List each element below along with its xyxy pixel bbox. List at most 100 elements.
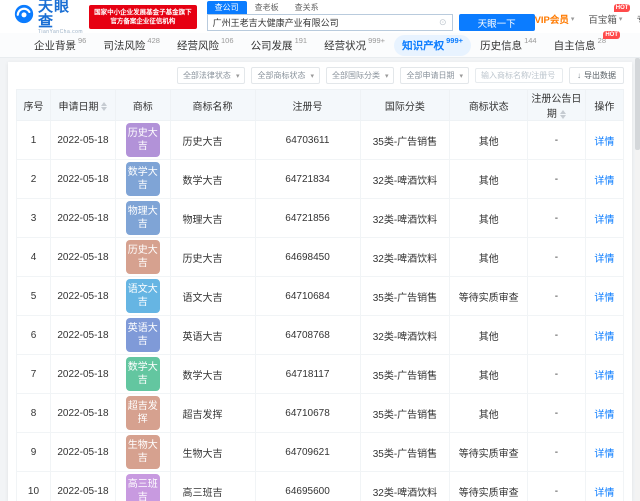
detail-link[interactable]: 详情 xyxy=(594,215,614,226)
trademark-image[interactable]: 语文大吉 xyxy=(125,279,160,313)
search-type-tab[interactable]: 查公司 xyxy=(206,1,247,14)
gov-certification-badge: 国家中小企业发展基金子基金旗下 官方备案企业征信机构 xyxy=(89,4,197,29)
cell-trademark-name: 物理大吉 xyxy=(169,198,256,238)
cell-trademark-name: 生物大吉 xyxy=(169,432,256,472)
filter-label: 全部申请日期 xyxy=(406,71,455,80)
nav-tab[interactable]: 经营状况 999+ xyxy=(316,35,393,56)
trademark-search-input[interactable] xyxy=(475,68,563,83)
detail-link[interactable]: 详情 xyxy=(594,254,614,265)
table-row: 7 2022-05-18 数学大吉 数学大吉 64718117 35类-广告销售… xyxy=(16,354,625,394)
search-type-tabs: 查公司 查老板 查关系 xyxy=(206,1,535,14)
filter-dropdown[interactable]: 全部国际分类 ▾ xyxy=(325,67,395,84)
table-row: 2 2022-05-18 数学大吉 数学大吉 64721834 32类-啤酒饮料… xyxy=(16,159,625,199)
sort-icon[interactable] xyxy=(101,102,108,112)
search-button[interactable]: 天眼一下 xyxy=(458,14,535,31)
cell-intl-class: 32类-啤酒饮料 xyxy=(359,471,451,501)
cell-reg-number: 64695600 xyxy=(254,471,361,501)
chevron-down-icon: ▾ xyxy=(310,72,314,80)
cell-trademark-image: 数学大吉 xyxy=(114,159,171,199)
column-header: 注册号 xyxy=(254,89,361,121)
scrollbar-thumb[interactable] xyxy=(635,58,640,150)
trademark-image[interactable]: 历史大吉 xyxy=(125,123,160,157)
cell-reg-number: 64710678 xyxy=(254,393,361,433)
cell-pub-date: - xyxy=(527,354,586,394)
nav-tab[interactable]: 自主信息 28 HOT xyxy=(546,30,620,56)
cell-trademark-image: 英语大吉 xyxy=(114,315,171,355)
cell-intl-class: 35类-广告销售 xyxy=(359,120,451,160)
scrollbar[interactable] xyxy=(635,58,640,501)
cell-status: 其他 xyxy=(449,393,529,433)
cell-apply-date: 2022-05-18 xyxy=(49,120,116,160)
download-icon: ↓ xyxy=(577,71,581,80)
trademark-image[interactable]: 超吉发挥 xyxy=(125,396,160,430)
nav-tab[interactable]: 历史信息 144 xyxy=(472,35,545,56)
detail-link[interactable]: 详情 xyxy=(594,176,614,187)
nav-tab[interactable]: 公司发展 191 xyxy=(243,35,316,56)
section-nav: 企业背景 96 司法风险 428 经营风险 106 公司发展 191 经营状况 … xyxy=(0,30,640,58)
cell-apply-date: 2022-05-18 xyxy=(49,276,116,316)
detail-link[interactable]: 详情 xyxy=(594,449,614,460)
detail-link[interactable]: 详情 xyxy=(594,332,614,343)
trademark-image[interactable]: 生物大吉 xyxy=(125,435,160,469)
cell-trademark-image: 历史大吉 xyxy=(114,237,171,277)
detail-link[interactable]: 详情 xyxy=(594,410,614,421)
top-menu-item[interactable]: 百宝箱 ▾ HOT xyxy=(588,3,631,26)
table-body: 1 2022-05-18 历史大吉 历史大吉 64703611 35类-广告销售… xyxy=(16,120,625,501)
table-row: 1 2022-05-18 历史大吉 历史大吉 64703611 35类-广告销售… xyxy=(16,120,625,160)
cell-reg-number: 64703611 xyxy=(254,120,361,160)
trademark-image[interactable]: 历史大吉 xyxy=(125,240,160,274)
cell-reg-number: 64709621 xyxy=(254,432,361,472)
cell-trademark-image: 生物大吉 xyxy=(114,432,171,472)
trademark-image[interactable]: 英语大吉 xyxy=(125,318,160,352)
column-label: 商标名称 xyxy=(192,101,233,113)
export-data-button[interactable]: ↓ 导出数据 xyxy=(569,67,624,84)
filter-dropdown[interactable]: 全部商标状态 ▾ xyxy=(251,67,320,84)
nav-tab[interactable]: 经营风险 106 xyxy=(169,35,242,56)
cell-pub-date: - xyxy=(527,237,586,277)
cell-apply-date: 2022-05-18 xyxy=(49,393,116,433)
cell-reg-number: 64721856 xyxy=(254,198,361,238)
cell-trademark-name: 高三班吉 xyxy=(169,471,256,501)
cell-intl-class: 35类-广告销售 xyxy=(359,432,451,472)
column-label: 序号 xyxy=(23,101,44,113)
top-menu-item[interactable]: 专业版 xyxy=(636,12,640,26)
detail-link[interactable]: 详情 xyxy=(594,488,614,499)
top-header: 天眼查 TianYanCha.com 国家中小企业发展基金子基金旗下 官方备案企… xyxy=(0,0,640,35)
detail-link[interactable]: 详情 xyxy=(594,137,614,148)
tianyancha-logo[interactable]: 天眼查 TianYanCha.com xyxy=(14,0,83,35)
filter-dropdown[interactable]: 全部法律状态 ▾ xyxy=(176,67,246,84)
cell-trademark-image: 数学大吉 xyxy=(114,354,171,394)
search-input-box: ⊙ xyxy=(206,14,453,31)
chevron-down-icon: ▾ xyxy=(618,15,623,23)
table-row: 4 2022-05-18 历史大吉 历史大吉 64698450 32类-啤酒饮料… xyxy=(16,237,625,277)
nav-tab[interactable]: 企业背景 96 xyxy=(26,35,94,56)
trademark-image[interactable]: 数学大吉 xyxy=(125,162,160,196)
column-header: 商标名称 xyxy=(169,89,256,121)
search-input[interactable] xyxy=(212,17,433,28)
column-header[interactable]: 申请日期 xyxy=(49,89,116,121)
cell-intl-class: 35类-广告销售 xyxy=(359,276,451,316)
search-type-tab[interactable]: 查老板 xyxy=(247,1,287,14)
sort-icon[interactable] xyxy=(559,109,566,119)
filter-dropdown[interactable]: 全部申请日期 ▾ xyxy=(400,67,469,84)
trademark-panel: 全部法律状态 ▾ 全部商标状态 ▾ 全部国际分类 ▾ 全部申请日期 ▾ ↓ 导出… xyxy=(8,62,632,501)
top-menu-item[interactable]: VIP会员 ▾ xyxy=(535,12,575,26)
detail-link[interactable]: 详情 xyxy=(594,371,614,382)
cell-intl-class: 32类-啤酒饮料 xyxy=(359,315,451,355)
trademark-image[interactable]: 物理大吉 xyxy=(125,201,160,235)
column-header[interactable]: 注册公告日期 xyxy=(527,89,586,121)
table-row: 6 2022-05-18 英语大吉 英语大吉 64708768 32类-啤酒饮料… xyxy=(16,315,625,355)
trademark-image[interactable]: 数学大吉 xyxy=(125,357,160,391)
nav-tab[interactable]: 司法风险 428 xyxy=(95,35,168,56)
trademark-image[interactable]: 高三班吉 xyxy=(125,474,160,501)
filter-label: 全部商标状态 xyxy=(257,71,306,80)
cell-pub-date: - xyxy=(527,471,586,501)
cell-status: 等待实质审查 xyxy=(449,471,529,501)
detail-link[interactable]: 详情 xyxy=(594,293,614,304)
search-type-tab[interactable]: 查关系 xyxy=(287,1,327,14)
cell-status: 等待实质审查 xyxy=(449,432,529,472)
camera-icon[interactable]: ⊙ xyxy=(439,18,447,27)
nav-tab[interactable]: 知识产权 999+ xyxy=(394,34,472,56)
cell-trademark-name: 数学大吉 xyxy=(169,354,256,394)
cell-seq: 4 xyxy=(16,237,51,277)
